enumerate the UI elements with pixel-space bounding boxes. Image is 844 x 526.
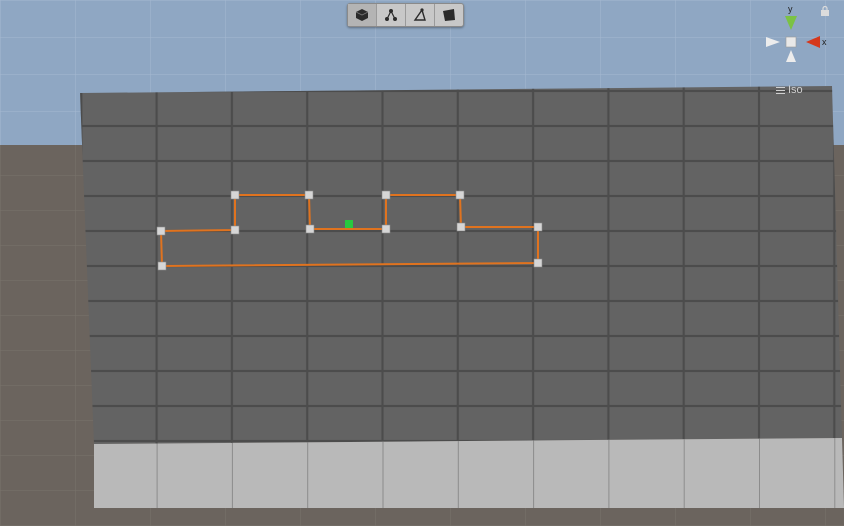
projection-label: Iso <box>788 84 803 96</box>
cube-icon <box>355 9 369 21</box>
neg-x-axis-cone[interactable] <box>766 37 780 47</box>
projection-toggle[interactable]: Iso <box>776 84 803 96</box>
lock-icon[interactable] <box>820 6 830 16</box>
x-axis-label: x <box>822 37 827 47</box>
scene-view[interactable] <box>0 0 844 526</box>
vertex-handle[interactable] <box>305 224 315 234</box>
edit-shape-tool-button[interactable] <box>348 4 377 26</box>
vertex-handle[interactable] <box>230 190 240 200</box>
plane-front-grid <box>94 438 844 508</box>
vertex-handle[interactable] <box>156 226 166 236</box>
edit-collider-toolbar <box>347 3 464 27</box>
edit-faces-tool-button[interactable] <box>435 4 463 26</box>
hamburger-icon <box>776 86 785 94</box>
center-cube[interactable] <box>785 36 797 48</box>
y-axis-label: y <box>788 4 793 14</box>
vertex-nodes-icon <box>385 9 397 21</box>
vertex-handle[interactable] <box>533 258 543 268</box>
vertex-handle[interactable] <box>230 225 240 235</box>
edit-points-tool-button[interactable] <box>377 4 406 26</box>
neg-z-axis-cone[interactable] <box>786 50 796 62</box>
center-pivot-handle[interactable] <box>345 220 353 228</box>
x-axis-cone[interactable] <box>806 36 820 48</box>
scene-viewport[interactable]: y x Iso <box>0 0 844 526</box>
y-axis-cone[interactable] <box>785 16 797 30</box>
vertex-handle[interactable] <box>381 224 391 234</box>
vertex-handle[interactable] <box>157 261 167 271</box>
vertex-handle[interactable] <box>533 222 543 232</box>
vertex-handle[interactable] <box>304 190 314 200</box>
edit-edges-tool-button[interactable] <box>406 4 435 26</box>
edge-angle-icon <box>413 8 426 21</box>
face-icon <box>443 9 455 21</box>
vertex-handle[interactable] <box>456 222 466 232</box>
vertex-handle[interactable] <box>381 190 391 200</box>
vertex-handle[interactable] <box>455 190 465 200</box>
